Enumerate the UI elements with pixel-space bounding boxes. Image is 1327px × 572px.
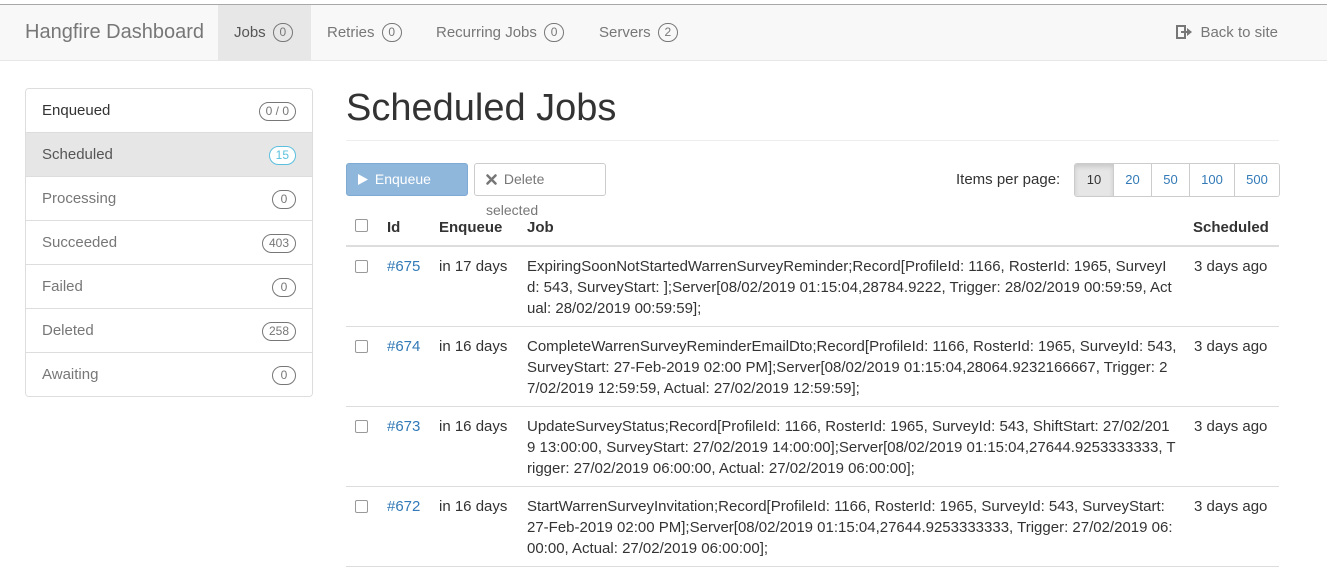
- job-enqueue: in 16 days: [439, 418, 508, 435]
- sidebar-item-scheduled[interactable]: Scheduled 15: [26, 132, 312, 176]
- job-scheduled: 3 days ago: [1194, 258, 1268, 275]
- page-size-500[interactable]: 500: [1234, 164, 1279, 196]
- nav-recurring-jobs[interactable]: Recurring Jobs 0: [420, 5, 580, 60]
- sidebar-item-label: Deleted: [42, 322, 94, 339]
- sidebar-item-badge: 403: [261, 234, 296, 253]
- sidebar-item-badge: 258: [261, 322, 296, 341]
- sidebar-item-badge: 0: [272, 190, 296, 209]
- sidebar-item-label: Awaiting: [42, 366, 99, 383]
- back-to-site-label: Back to site: [1200, 24, 1278, 41]
- sidebar-item-badge: 15: [268, 146, 296, 165]
- sidebar-item-failed[interactable]: Failed 0: [26, 264, 312, 308]
- nav-servers[interactable]: Servers 2: [583, 5, 694, 60]
- job-id-link[interactable]: #672: [387, 496, 420, 517]
- sidebar-item-badge: 0: [272, 366, 296, 385]
- enqueue-now-button[interactable]: Enqueue now: [346, 163, 468, 218]
- job-enqueue: in 16 days: [439, 338, 508, 355]
- header-scheduled: Scheduled: [1193, 219, 1269, 236]
- job-id-link[interactable]: #673: [387, 416, 420, 437]
- sidebar-item-badge: 0 / 0: [258, 102, 296, 121]
- sidebar-item-enqueued[interactable]: Enqueued 0 / 0: [26, 89, 312, 132]
- job-scheduled: 3 days ago: [1194, 498, 1268, 515]
- nav-recurring-jobs-badge: 0: [544, 23, 565, 42]
- page-size-50[interactable]: 50: [1151, 164, 1189, 196]
- sidebar-item-label: Processing: [42, 190, 117, 207]
- nav-retries[interactable]: Retries 0: [311, 5, 418, 60]
- header-enqueue: Enqueue: [439, 219, 503, 236]
- row-checkbox[interactable]: [355, 500, 368, 513]
- title-divider: [346, 140, 1279, 141]
- nav-retries-label: Retries: [327, 24, 375, 41]
- page-size-10[interactable]: 10: [1075, 164, 1113, 196]
- nav-retries-badge: 0: [381, 23, 402, 42]
- remove-icon: [486, 174, 497, 185]
- header-job: Job: [527, 219, 554, 236]
- row-checkbox[interactable]: [355, 260, 368, 273]
- job-enqueue: in 16 days: [439, 498, 508, 515]
- job-description: UpdateSurveyStatus;Record[ProfileId: 116…: [527, 418, 1176, 477]
- delete-selected-button[interactable]: Delete selected: [474, 163, 606, 218]
- sidebar-item-succeeded[interactable]: Succeeded 403: [26, 220, 312, 264]
- table-row: #673 in 16 days UpdateSurveyStatus;Recor…: [346, 407, 1279, 487]
- table-header: Id Enqueue Job Scheduled: [346, 209, 1279, 247]
- brand-link[interactable]: Hangfire Dashboard: [25, 5, 204, 60]
- page-size-100[interactable]: 100: [1189, 164, 1234, 196]
- nav-servers-label: Servers: [599, 24, 651, 41]
- table-row: #674 in 16 days CompleteWarrenSurveyRemi…: [346, 327, 1279, 407]
- table-row: #672 in 16 days StartWarrenSurveyInvitat…: [346, 487, 1279, 567]
- sidebar-item-label: Succeeded: [42, 234, 118, 251]
- row-checkbox[interactable]: [355, 420, 368, 433]
- items-per-page-label: Items per page:: [956, 171, 1061, 188]
- nav-recurring-jobs-label: Recurring Jobs: [436, 24, 537, 41]
- page-size-selector: 10 20 50 100 500: [1074, 163, 1280, 197]
- sidebar-item-label: Failed: [42, 278, 83, 295]
- job-scheduled: 3 days ago: [1194, 418, 1268, 435]
- sidebar-item-deleted[interactable]: Deleted 258: [26, 308, 312, 352]
- row-checkbox[interactable]: [355, 340, 368, 353]
- job-id-link[interactable]: #674: [387, 336, 420, 357]
- back-to-site-link[interactable]: Back to site: [1176, 5, 1278, 60]
- header-id: Id: [387, 219, 401, 236]
- job-description: CompleteWarrenSurveyReminderEmailDto;Rec…: [527, 338, 1177, 397]
- nav-jobs-label: Jobs: [234, 24, 266, 41]
- job-id-link[interactable]: #675: [387, 256, 420, 277]
- sidebar-item-awaiting[interactable]: Awaiting 0: [26, 352, 312, 396]
- sidebar-item-label: Enqueued: [42, 102, 111, 119]
- select-all-checkbox[interactable]: [355, 219, 368, 232]
- job-enqueue: in 17 days: [439, 258, 508, 275]
- sidebar-item-label: Scheduled: [42, 146, 113, 163]
- job-description: ExpiringSoonNotStartedWarrenSurveyRemind…: [527, 258, 1172, 317]
- sidebar-item-badge: 0: [272, 278, 296, 297]
- navbar: Hangfire Dashboard Jobs 0 Retries 0 Recu…: [0, 4, 1327, 61]
- sidebar-item-processing[interactable]: Processing 0: [26, 176, 312, 220]
- nav-jobs-badge: 0: [272, 23, 293, 42]
- table-row: #675 in 17 days ExpiringSoonNotStartedWa…: [346, 247, 1279, 327]
- play-icon: [358, 174, 368, 185]
- sign-out-icon: [1176, 25, 1193, 39]
- sidebar: Enqueued 0 / 0 Scheduled 15 Processing 0…: [25, 88, 313, 397]
- page-title: Scheduled Jobs: [346, 87, 617, 129]
- nav-jobs[interactable]: Jobs 0: [218, 5, 311, 60]
- page-size-20[interactable]: 20: [1113, 164, 1151, 196]
- job-scheduled: 3 days ago: [1194, 338, 1268, 355]
- job-description: StartWarrenSurveyInvitation;Record[Profi…: [527, 498, 1173, 557]
- nav-servers-badge: 2: [657, 23, 678, 42]
